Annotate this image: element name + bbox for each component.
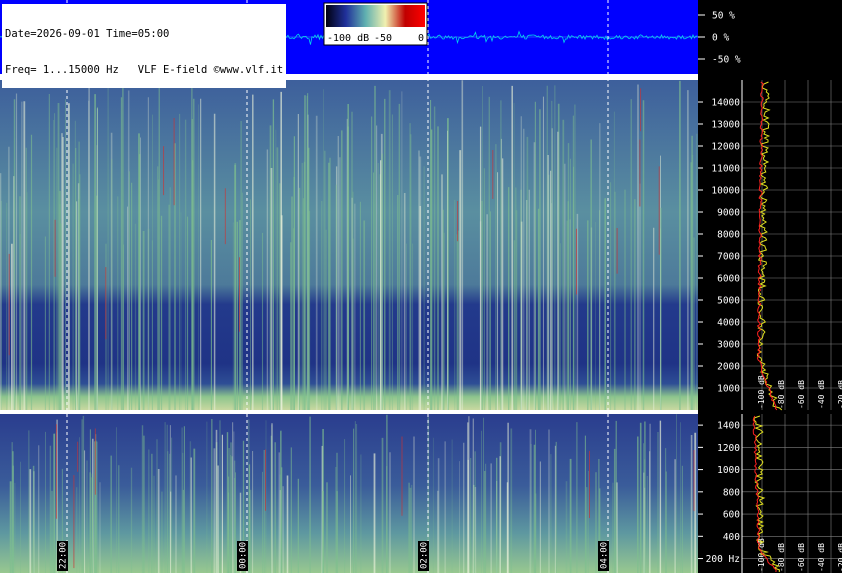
y-tick-label: 400 <box>723 532 740 543</box>
profile-db-label: -60 dB <box>797 380 806 409</box>
frequency-axes: 50 % 0 % -50 % 1000 2000 3000 4000 5000 6000 7000… <box>698 11 842 573</box>
header-info-box: Date=2026-09-01 Time=05:00 Freq= 1...150… <box>2 4 287 88</box>
y-tick-label: 10000 <box>711 186 740 197</box>
y-tick-label: 1000 <box>717 465 740 476</box>
panel-separator-middle <box>0 410 698 414</box>
colorbar: -100 dB -50 0 <box>323 2 428 46</box>
waveform-tick-label: -50 % <box>712 55 741 66</box>
frequency-label: Freq= 1...15000 Hz VLF E-field ©www.vlf.… <box>5 64 284 76</box>
y-tick-label: 200 Hz <box>706 554 740 565</box>
y-tick-label: 3000 <box>717 340 740 351</box>
y-tick-label: 11000 <box>711 164 740 175</box>
spectrogram-low-background <box>0 414 698 573</box>
y-tick-label: 1400 <box>717 421 740 432</box>
y-tick-label: 1000 <box>717 384 740 395</box>
colorbar-label-mid: -50 <box>374 33 392 44</box>
y-tick-label: 12000 <box>711 142 740 153</box>
y-tick-label: 600 <box>723 510 740 521</box>
date-time-label: Date=2026-09-01 Time=05:00 <box>5 28 170 40</box>
profile-db-label: -60 dB <box>797 543 806 572</box>
y-tick-label: 7000 <box>717 252 740 263</box>
y-tick-label: 8000 <box>717 230 740 241</box>
colorbar-gradient <box>326 5 425 27</box>
profile-db-label: -80 dB <box>777 543 786 572</box>
time-label: 04:00 <box>600 542 610 569</box>
spectrum-profiles <box>752 81 783 573</box>
colorbar-label-max: 0 <box>418 33 424 44</box>
waveform-tick-label: 50 % <box>712 11 735 22</box>
time-label: 22:00 <box>59 542 69 569</box>
profile-db-label: -40 dB <box>817 543 826 572</box>
y-tick-label: 4000 <box>717 318 740 329</box>
y-tick-label: 14000 <box>711 98 740 109</box>
profile-db-label: -40 dB <box>817 380 826 409</box>
profile-peak-wide <box>756 81 778 411</box>
y-tick-label: 800 <box>723 487 740 498</box>
profile-db-label: -20 dB <box>837 380 842 409</box>
profile-db-label: -80 dB <box>777 380 786 409</box>
y-tick-label: 5000 <box>717 296 740 307</box>
profile-db-label: -20 dB <box>837 543 842 572</box>
time-label: 02:00 <box>420 542 430 569</box>
y-tick-label: 6000 <box>717 274 740 285</box>
y-tick-label: 1200 <box>717 443 740 454</box>
y-tick-label: 13000 <box>711 120 740 131</box>
colorbar-label-min: -100 dB <box>327 33 369 44</box>
y-tick-label: 9000 <box>717 208 740 219</box>
profile-average-wide <box>756 81 783 411</box>
y-tick-label: 2000 <box>717 362 740 373</box>
waveform-tick-label: 0 % <box>712 33 729 44</box>
time-label: 00:00 <box>239 542 249 569</box>
